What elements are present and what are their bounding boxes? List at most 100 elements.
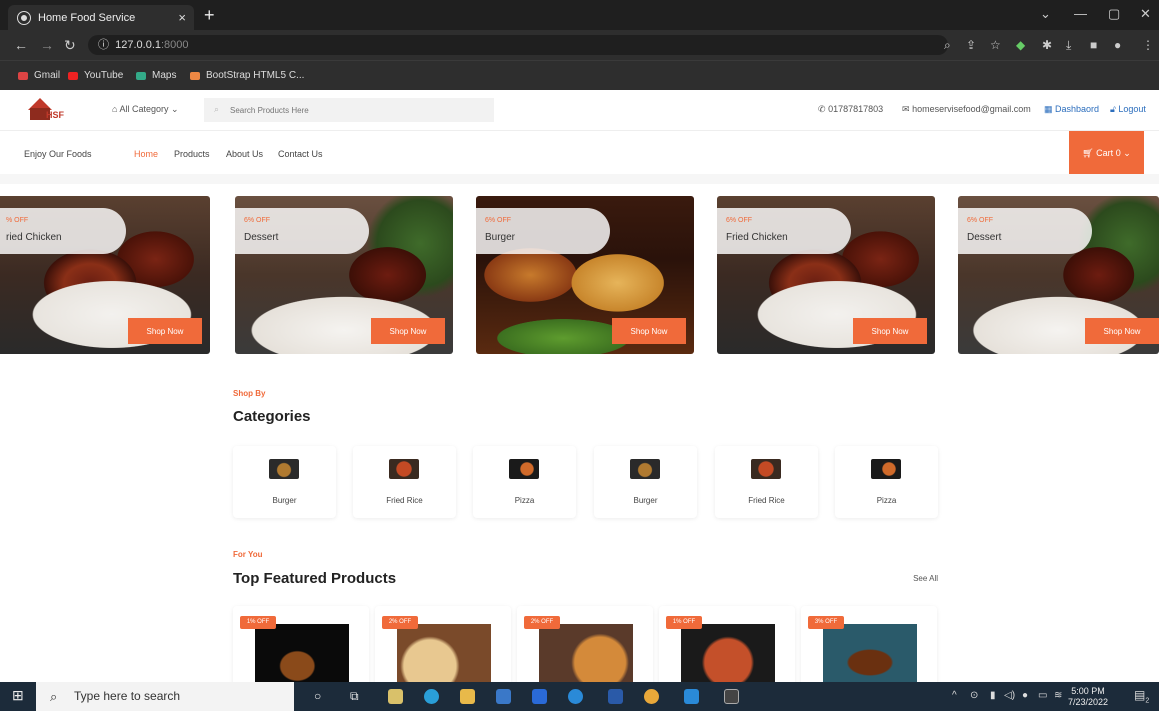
bookmark-star-icon[interactable]: ☆: [990, 38, 1001, 52]
banner-discount: 6% OFF: [726, 217, 753, 224]
banner-card[interactable]: % OFF ried Chicken Shop Now: [0, 196, 210, 354]
file-explorer-icon[interactable]: [460, 689, 475, 704]
banner-promo: 6% OFF Burger: [476, 208, 610, 254]
product-card[interactable]: 2% OFF: [375, 606, 511, 682]
bookmarks-bar: Gmail YouTube Maps BootStrap HTML5 C...: [0, 60, 1159, 90]
category-card[interactable]: Fried Rice: [353, 446, 456, 518]
category-card[interactable]: Burger: [233, 446, 336, 518]
app-icon[interactable]: [568, 689, 583, 704]
download-icon[interactable]: ⤓: [1066, 38, 1071, 53]
shop-now-button[interactable]: Shop Now: [612, 318, 686, 344]
nav-products[interactable]: Products: [174, 149, 210, 159]
wifi-icon[interactable]: ≋: [1054, 690, 1062, 701]
all-category-dropdown[interactable]: ⌂ All Category ⌄: [112, 104, 179, 115]
site-favicon-icon: [17, 10, 31, 25]
categories-subtitle: Shop By: [233, 389, 266, 398]
vscode-icon[interactable]: [684, 689, 699, 704]
show-hidden-icons-icon[interactable]: ^: [952, 690, 957, 701]
back-arrow-icon[interactable]: ←: [14, 37, 28, 53]
extension-icon[interactable]: ◆: [1016, 38, 1025, 52]
tagline: Enjoy Our Foods: [24, 149, 92, 159]
nav-home[interactable]: Home: [134, 149, 158, 159]
cart-label: Cart: [1096, 148, 1114, 158]
cortana-icon[interactable]: ○: [314, 689, 321, 703]
taskbar-search-box[interactable]: ⌕ Type here to search: [36, 682, 294, 711]
browser-menu-icon[interactable]: ⋮: [1142, 38, 1154, 52]
shop-now-button[interactable]: Shop Now: [128, 318, 202, 344]
maximize-button[interactable]: ▢: [1108, 6, 1120, 22]
product-card[interactable]: 1% OFF: [233, 606, 369, 682]
category-card[interactable]: Pizza: [835, 446, 938, 518]
battery-icon[interactable]: ▭: [1038, 690, 1047, 701]
category-label: Pizza: [876, 496, 897, 505]
tab-search-icon[interactable]: ⌄: [1040, 6, 1051, 22]
tray-app-icon[interactable]: ⊙: [970, 690, 978, 701]
site-info-icon[interactable]: ⓘ: [98, 39, 109, 51]
word-icon[interactable]: [608, 689, 623, 704]
shop-now-button[interactable]: Shop Now: [371, 318, 445, 344]
bookmark-youtube[interactable]: YouTube: [68, 70, 123, 81]
banner-promo: 6% OFF Dessert: [235, 208, 369, 254]
banner-card[interactable]: 6% OFF Fried Chicken Shop Now: [717, 196, 935, 354]
zoom-icon[interactable]: ⌕: [944, 38, 951, 53]
banner-promo: 6% OFF Dessert: [958, 208, 1092, 254]
zoom-app-icon[interactable]: [532, 689, 547, 704]
bookmark-maps[interactable]: Maps: [136, 70, 176, 81]
product-image: [255, 624, 349, 682]
url-field[interactable]: ⓘ 127.0.0.1:8000: [88, 35, 948, 55]
windows-taskbar: ⊞ ⌕ Type here to search ○ ⧉ ^ ⊙ ▮ ◁) ● ▭…: [0, 682, 1159, 711]
address-bar-row: ← → ↻ ⓘ 127.0.0.1:8000 ⌕ ⇪ ☆ ◆ ✱ ⤓ ■ ● ⋮: [0, 30, 1159, 60]
system-clock[interactable]: 5:00 PM 7/23/2022: [1068, 686, 1108, 708]
security-icon[interactable]: ●: [1022, 690, 1028, 701]
reload-icon[interactable]: ↻: [64, 37, 76, 54]
cart-button[interactable]: 🛒︎ Cart 0 ⌄: [1069, 131, 1144, 175]
volume-icon[interactable]: ◁): [1004, 690, 1015, 701]
sidepanel-icon[interactable]: ■: [1090, 38, 1097, 52]
extensions-puzzle-icon[interactable]: ✱: [1042, 38, 1052, 52]
banner-discount: 6% OFF: [485, 217, 512, 224]
product-card[interactable]: 2% OFF: [517, 606, 653, 682]
terminal-icon[interactable]: [724, 689, 739, 704]
shop-now-button[interactable]: Shop Now: [1085, 318, 1159, 344]
email-info: ✉ homeservisefood@gmail.com: [902, 104, 1031, 115]
profile-avatar-icon[interactable]: ●: [1114, 38, 1121, 52]
store-icon[interactable]: [388, 689, 403, 704]
minimize-button[interactable]: —: [1074, 6, 1087, 21]
tab-close-icon[interactable]: ×: [178, 10, 186, 25]
category-label: Fried Rice: [748, 496, 785, 505]
site-logo[interactable]: HSF: [28, 98, 76, 124]
microphone-icon[interactable]: ▮: [990, 690, 996, 701]
close-window-button[interactable]: ✕: [1140, 6, 1151, 22]
search-input[interactable]: [204, 98, 494, 122]
logout-link[interactable]: 🔓︎ Logout: [1110, 104, 1146, 115]
discount-badge: 2% OFF: [524, 616, 560, 629]
bookmark-bootstrap[interactable]: BootStrap HTML5 C...: [190, 70, 304, 81]
task-view-icon[interactable]: ⧉: [350, 689, 359, 704]
cart-count: 0: [1115, 148, 1121, 158]
notification-icon[interactable]: ▤2: [1134, 688, 1149, 704]
bookmark-gmail[interactable]: Gmail: [18, 70, 60, 81]
category-card[interactable]: Pizza: [473, 446, 576, 518]
forward-arrow-icon[interactable]: →: [40, 37, 54, 53]
new-tab-button[interactable]: +: [204, 5, 215, 26]
search-icon: ⌕: [214, 104, 220, 114]
nav-contact[interactable]: Contact Us: [278, 149, 323, 159]
category-card[interactable]: Fried Rice: [715, 446, 818, 518]
share-icon[interactable]: ⇪: [966, 38, 976, 52]
banner-card[interactable]: 6% OFF Dessert Shop Now: [958, 196, 1159, 354]
dashboard-link[interactable]: ▦ Dashbaord: [1044, 104, 1099, 115]
nav-about[interactable]: About Us: [226, 149, 263, 159]
edge-icon[interactable]: [424, 689, 439, 704]
product-card[interactable]: 3% OFF: [801, 606, 937, 682]
banner-card[interactable]: 6% OFF Burger Shop Now: [476, 196, 694, 354]
category-card[interactable]: Burger: [594, 446, 697, 518]
mail-icon[interactable]: [496, 689, 511, 704]
shop-now-button[interactable]: Shop Now: [853, 318, 927, 344]
banner-card[interactable]: 6% OFF Dessert Shop Now: [235, 196, 453, 354]
browser-tab[interactable]: Home Food Service ×: [8, 5, 194, 30]
see-all-link[interactable]: See All: [913, 574, 938, 583]
windows-start-icon[interactable]: ⊞: [12, 687, 24, 704]
banner-promo: % OFF ried Chicken: [0, 208, 126, 254]
product-card[interactable]: 1% OFF: [659, 606, 795, 682]
chrome-icon[interactable]: [644, 689, 659, 704]
